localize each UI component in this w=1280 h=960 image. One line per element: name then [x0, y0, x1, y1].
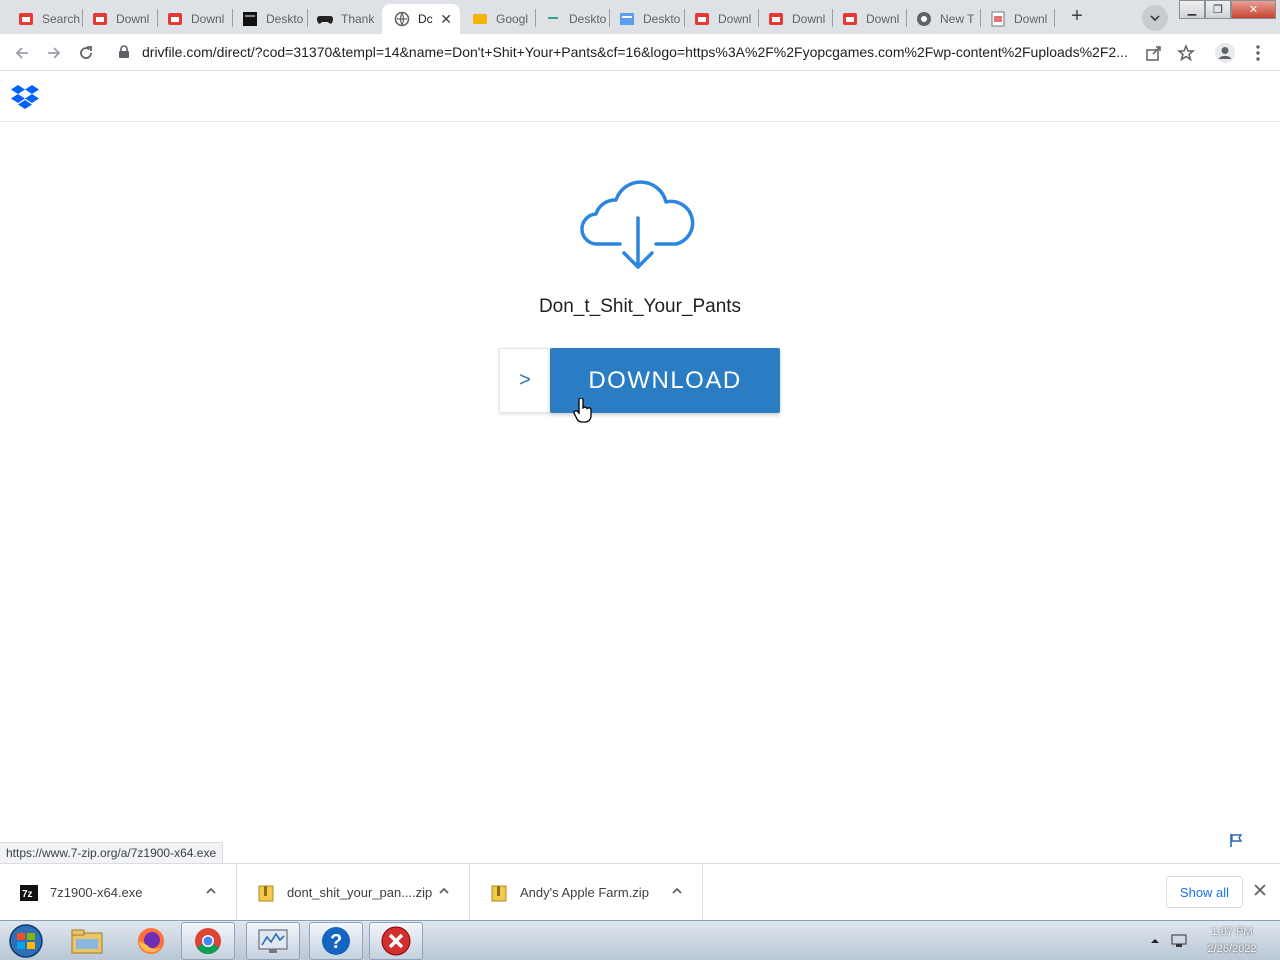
- new-tab-button[interactable]: +: [1066, 6, 1088, 28]
- chrome-app-icon: [195, 928, 221, 955]
- red-page-icon: [18, 11, 34, 27]
- tab[interactable]: Downl: [756, 4, 830, 34]
- download-item-name: Andy's Apple Farm.zip: [520, 885, 649, 900]
- clock-date[interactable]: 2/26/2022: [1192, 943, 1272, 955]
- red-page-icon: [768, 11, 784, 27]
- tab[interactable]: Deskto: [230, 4, 304, 34]
- download-arrow-button[interactable]: >: [499, 348, 551, 413]
- lock-icon[interactable]: [118, 45, 130, 64]
- tab[interactable]: Downl: [978, 4, 1052, 34]
- tab-strip: Search Downl Downl Deskto Thank Dc ✕ Goo…: [0, 0, 1280, 34]
- download-item-name: dont_shit_your_pan....zip: [287, 885, 433, 900]
- tab[interactable]: Googl: [460, 4, 534, 34]
- yellow-page-icon: [472, 11, 488, 27]
- show-all-downloads-button[interactable]: Show all: [1166, 876, 1243, 908]
- arrow-left-icon: [15, 47, 28, 59]
- 7zip-icon: 7z: [20, 884, 38, 902]
- zip-folder-icon: [490, 884, 508, 902]
- minimize-button[interactable]: ▁: [1179, 0, 1205, 19]
- tab[interactable]: Downl: [80, 4, 154, 34]
- report-flag-icon[interactable]: [1228, 832, 1244, 853]
- profile-avatar-icon[interactable]: [1214, 42, 1236, 64]
- link-status-bar: https://www.7-zip.org/a/7z1900-x64.exe: [0, 842, 224, 863]
- windows-orb-icon: [9, 924, 43, 958]
- back-button[interactable]: [10, 41, 34, 65]
- error-icon: [381, 926, 411, 956]
- tab[interactable]: Deskto: [607, 4, 681, 34]
- tab-search-button[interactable]: [1142, 5, 1168, 31]
- blue-page-icon: [619, 11, 635, 27]
- svg-text:7z: 7z: [22, 889, 33, 900]
- tab[interactable]: Downl: [682, 4, 756, 34]
- hand-cursor-icon: [573, 397, 593, 429]
- chevron-up-icon[interactable]: [204, 884, 218, 898]
- windows-taskbar: ? 1:07 PM 2/26/2022: [0, 920, 1280, 960]
- zip-folder-icon: [257, 884, 275, 902]
- bookmark-star-icon[interactable]: [1175, 42, 1197, 64]
- help-icon: ?: [322, 927, 350, 955]
- svg-text:?: ?: [330, 931, 342, 953]
- tab[interactable]: Downl: [155, 4, 229, 34]
- tab[interactable]: Thank: [305, 4, 379, 34]
- close-shelf-icon[interactable]: [1253, 883, 1267, 902]
- dropbox-logo-icon[interactable]: [10, 82, 40, 117]
- cloud-download-icon: [580, 172, 696, 277]
- download-item[interactable]: 7z 7z1900-x64.exe: [0, 864, 237, 921]
- tab[interactable]: New T: [904, 4, 978, 34]
- tab-active[interactable]: Dc ✕: [382, 4, 460, 34]
- taskbar-help[interactable]: ?: [309, 922, 363, 960]
- red-page-icon: [842, 11, 858, 27]
- reload-icon: [80, 46, 92, 59]
- reload-button[interactable]: [74, 41, 98, 65]
- chevron-down-icon: [1150, 15, 1160, 22]
- taskbar-firefox[interactable]: [124, 922, 178, 960]
- chevron-up-icon[interactable]: [437, 884, 451, 898]
- taskbar-monitor[interactable]: [246, 922, 300, 960]
- download-item[interactable]: Andy's Apple Farm.zip: [470, 864, 703, 921]
- red-page-icon: [92, 11, 108, 27]
- doc-icon: [990, 11, 1006, 27]
- tab[interactable]: Deskto: [533, 4, 607, 34]
- site-header: [0, 72, 1280, 122]
- arrow-right-icon: [48, 47, 61, 59]
- chrome-icon: [916, 11, 932, 27]
- firefox-icon: [138, 928, 164, 954]
- download-item-name: 7z1900-x64.exe: [50, 885, 143, 900]
- resource-monitor-icon: [258, 929, 288, 953]
- menu-kebab-icon[interactable]: [1247, 42, 1269, 64]
- share-icon[interactable]: [1143, 42, 1165, 64]
- teal-page-icon: [545, 11, 561, 27]
- close-tab-icon[interactable]: ✕: [440, 12, 452, 26]
- tray-expand-icon[interactable]: [1150, 936, 1160, 946]
- clock-time[interactable]: 1:07 PM: [1192, 926, 1272, 938]
- taskbar-chrome[interactable]: [181, 922, 235, 960]
- dark-window-icon: [242, 11, 258, 27]
- taskbar-explorer[interactable]: [60, 922, 114, 960]
- tab[interactable]: Search: [6, 4, 80, 34]
- tab[interactable]: Downl: [830, 4, 904, 34]
- gamepad-icon: [317, 11, 333, 27]
- download-widget: > DOWNLOAD: [499, 348, 780, 413]
- browser-toolbar: drivfile.com/direct/?cod=31370&templ=14&…: [0, 34, 1280, 71]
- file-name: Don_t_Shit_Your_Pants: [538, 296, 742, 317]
- red-page-icon: [167, 11, 183, 27]
- chevron-up-icon[interactable]: [670, 884, 684, 898]
- window-close-button[interactable]: ✕: [1231, 0, 1276, 19]
- address-bar[interactable]: drivfile.com/direct/?cod=31370&templ=14&…: [142, 44, 1137, 60]
- red-page-icon: [694, 11, 710, 27]
- download-item[interactable]: dont_shit_your_pan....zip: [237, 864, 470, 921]
- forward-button[interactable]: [42, 41, 66, 65]
- folder-icon: [71, 929, 103, 954]
- start-button[interactable]: [6, 923, 46, 959]
- globe-icon: [394, 11, 410, 27]
- network-icon[interactable]: [1170, 933, 1188, 949]
- maximize-button[interactable]: ❐: [1205, 0, 1231, 19]
- taskbar-error[interactable]: [369, 922, 423, 960]
- download-shelf: 7z 7z1900-x64.exe dont_shit_your_pan....…: [0, 863, 1280, 921]
